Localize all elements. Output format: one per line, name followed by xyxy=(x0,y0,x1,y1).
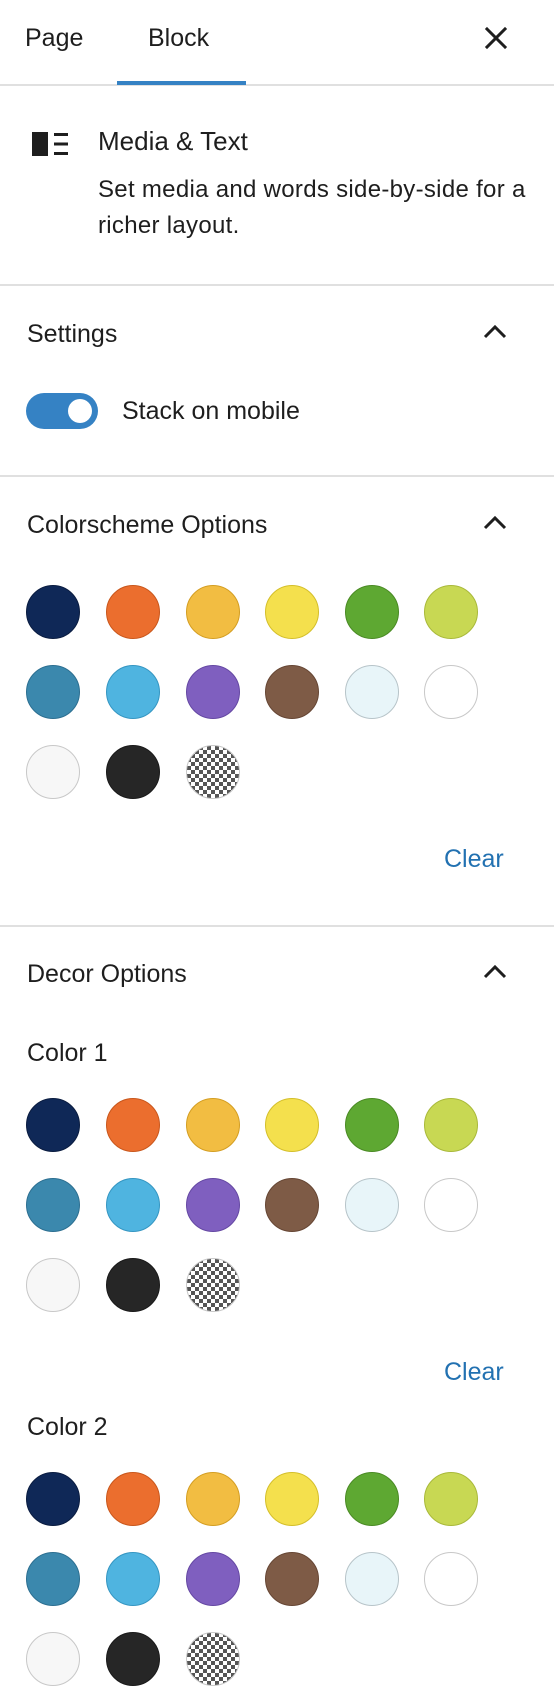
divider xyxy=(0,475,554,477)
block-card: Media & Text Set media and words side-by… xyxy=(0,86,554,286)
color1-swatch-eb6e2e[interactable] xyxy=(106,1098,160,1152)
colorscheme-swatch-0f2857[interactable] xyxy=(26,585,80,639)
color2-swatch-3b88ad[interactable] xyxy=(26,1552,80,1606)
color1-swatch-transparent[interactable] xyxy=(186,1258,240,1312)
chevron-up-icon[interactable] xyxy=(480,320,510,344)
color2-swatch-f2bd42[interactable] xyxy=(186,1472,240,1526)
stack-on-mobile-label: Stack on mobile xyxy=(122,397,300,425)
colorscheme-swatch-ffffff[interactable] xyxy=(424,665,478,719)
settings-heading[interactable]: Settings xyxy=(27,319,117,349)
colorscheme-swatch-e8f5f9[interactable] xyxy=(345,665,399,719)
colorscheme-swatch-7e5b46[interactable] xyxy=(265,665,319,719)
color1-swatch-5ea832[interactable] xyxy=(345,1098,399,1152)
sidebar-tabs: Page Block xyxy=(0,0,554,86)
color2-swatch-c8d853[interactable] xyxy=(424,1472,478,1526)
color1-swatch-7e5b46[interactable] xyxy=(265,1178,319,1232)
color1-swatch-f4e04d[interactable] xyxy=(265,1098,319,1152)
color1-label: Color 1 xyxy=(27,1039,108,1067)
block-title: Media & Text xyxy=(98,126,248,156)
tab-page[interactable]: Page xyxy=(25,22,83,54)
colorscheme-swatch-eb6e2e[interactable] xyxy=(106,585,160,639)
color1-swatch-7f5fbf[interactable] xyxy=(186,1178,240,1232)
colorscheme-clear-button[interactable]: Clear xyxy=(444,844,504,874)
active-tab-indicator xyxy=(117,81,246,85)
color2-swatch-transparent[interactable] xyxy=(186,1632,240,1686)
color1-swatch-3b88ad[interactable] xyxy=(26,1178,80,1232)
close-icon xyxy=(484,26,508,50)
color1-swatch-e8f5f9[interactable] xyxy=(345,1178,399,1232)
media-text-icon xyxy=(32,132,68,156)
color1-swatch-262626[interactable] xyxy=(106,1258,160,1312)
colorscheme-swatch-262626[interactable] xyxy=(106,745,160,799)
color2-swatch-eb6e2e[interactable] xyxy=(106,1472,160,1526)
color2-swatch-7e5b46[interactable] xyxy=(265,1552,319,1606)
divider xyxy=(0,925,554,927)
chevron-up-icon[interactable] xyxy=(480,960,510,984)
colorscheme-swatch-f2bd42[interactable] xyxy=(186,585,240,639)
color1-swatch-0f2857[interactable] xyxy=(26,1098,80,1152)
colorscheme-swatch-4fb4e0[interactable] xyxy=(106,665,160,719)
colorscheme-swatch-transparent[interactable] xyxy=(186,745,240,799)
color2-swatch-5ea832[interactable] xyxy=(345,1472,399,1526)
colorscheme-heading[interactable]: Colorscheme Options xyxy=(27,510,267,540)
color2-swatch-0f2857[interactable] xyxy=(26,1472,80,1526)
color2-label: Color 2 xyxy=(27,1413,108,1441)
color2-swatch-f4e04d[interactable] xyxy=(265,1472,319,1526)
color2-swatch-4fb4e0[interactable] xyxy=(106,1552,160,1606)
color1-swatch-4fb4e0[interactable] xyxy=(106,1178,160,1232)
color1-swatch-f7f7f7[interactable] xyxy=(26,1258,80,1312)
close-button[interactable] xyxy=(478,20,514,56)
colorscheme-swatch-7f5fbf[interactable] xyxy=(186,665,240,719)
color1-swatch-f2bd42[interactable] xyxy=(186,1098,240,1152)
color2-swatch-f7f7f7[interactable] xyxy=(26,1632,80,1686)
color1-clear-button[interactable]: Clear xyxy=(444,1357,504,1387)
color2-swatch-262626[interactable] xyxy=(106,1632,160,1686)
stack-on-mobile-toggle[interactable] xyxy=(26,393,98,429)
color1-swatch-c8d853[interactable] xyxy=(424,1098,478,1152)
toggle-knob xyxy=(68,399,92,423)
color2-swatch-e8f5f9[interactable] xyxy=(345,1552,399,1606)
color2-swatch-7f5fbf[interactable] xyxy=(186,1552,240,1606)
chevron-up-icon[interactable] xyxy=(480,511,510,535)
colorscheme-swatch-c8d853[interactable] xyxy=(424,585,478,639)
colorscheme-swatch-f4e04d[interactable] xyxy=(265,585,319,639)
colorscheme-swatch-5ea832[interactable] xyxy=(345,585,399,639)
block-description: Set media and words side-by-side for a r… xyxy=(98,176,526,239)
colorscheme-swatch-3b88ad[interactable] xyxy=(26,665,80,719)
color2-swatch-ffffff[interactable] xyxy=(424,1552,478,1606)
color1-swatch-ffffff[interactable] xyxy=(424,1178,478,1232)
decor-heading[interactable]: Decor Options xyxy=(27,959,187,989)
tab-block[interactable]: Block xyxy=(148,22,209,54)
colorscheme-swatch-f7f7f7[interactable] xyxy=(26,745,80,799)
